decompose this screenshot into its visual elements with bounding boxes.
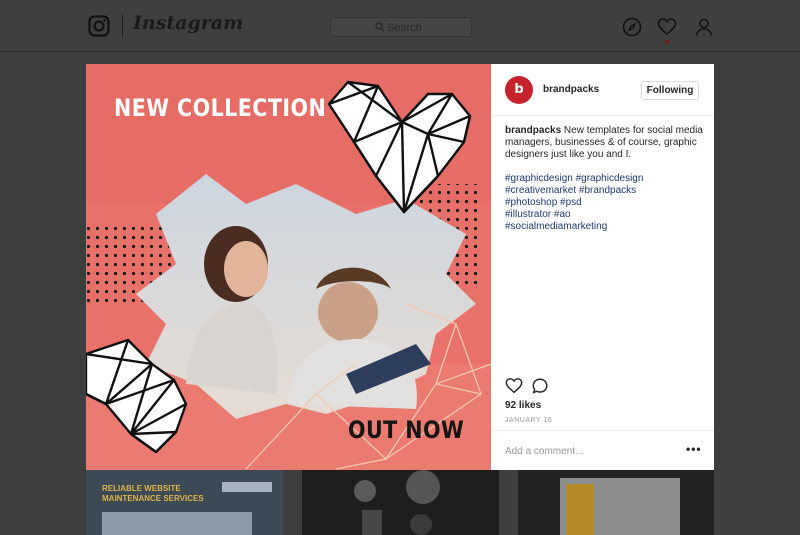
image-footer-text: OUT NOW xyxy=(348,416,465,444)
hashtag-line[interactable]: #creativemarket #brandpacks xyxy=(505,185,705,197)
post-caption: brandpacks New templates for social medi… xyxy=(505,125,705,161)
thumbnail-graphic xyxy=(406,470,440,504)
hashtag-list: #graphicdesign #graphicdesign #creativem… xyxy=(505,173,705,233)
grid-thumbnail[interactable] xyxy=(518,470,714,535)
instagram-camera-icon[interactable] xyxy=(88,15,110,37)
thumbnail-title: RELIABLE WEBSITE MAINTENANCE SERVICES xyxy=(102,484,204,503)
post-header: b brandpacks Following xyxy=(491,64,714,116)
grid-thumbnail[interactable] xyxy=(302,470,499,535)
compass-icon[interactable] xyxy=(622,17,642,37)
heart-icon[interactable] xyxy=(657,17,677,37)
post-date: JANUARY 16 xyxy=(505,417,553,424)
post-sidebar: b brandpacks Following brandpacks New te… xyxy=(491,64,714,470)
thumbnail-graphic xyxy=(566,484,594,535)
notification-dot xyxy=(665,40,669,44)
thumbnail-graphic xyxy=(102,512,252,535)
thumbnail-graphic xyxy=(222,482,272,492)
more-options-icon[interactable]: ••• xyxy=(686,442,702,456)
author-username[interactable]: brandpacks xyxy=(543,84,599,95)
comment-bar: ••• xyxy=(491,430,714,470)
profile-icon[interactable] xyxy=(694,17,714,37)
grid-thumbnail[interactable]: RELIABLE WEBSITE MAINTENANCE SERVICES xyxy=(86,470,283,535)
thumbnail-graphic xyxy=(362,510,382,535)
post-modal: NEW COLLECTION OUT NOW b brandpacks Foll… xyxy=(86,64,714,470)
logo-divider xyxy=(122,14,123,38)
search-input[interactable] xyxy=(387,20,467,35)
avatar-letter: b xyxy=(514,82,524,97)
likes-count[interactable]: 92 likes xyxy=(505,400,541,411)
instagram-wordmark[interactable]: Instagram xyxy=(133,12,243,34)
following-button[interactable]: Following xyxy=(641,81,699,100)
person-face xyxy=(224,241,268,297)
hashtag-line[interactable]: #illustrator #ao xyxy=(505,209,705,221)
search-box[interactable] xyxy=(330,17,472,37)
comment-input[interactable] xyxy=(505,443,665,459)
like-heart-icon[interactable] xyxy=(505,377,523,395)
hashtag-line[interactable]: #socialmediamarketing xyxy=(505,221,705,233)
search-icon xyxy=(375,22,385,32)
avatar[interactable]: b xyxy=(505,76,533,104)
hashtag-line[interactable]: #photoshop #psd xyxy=(505,197,705,209)
post-artwork xyxy=(86,64,491,470)
image-headline: NEW COLLECTION xyxy=(114,94,327,122)
thumbnail-graphic xyxy=(354,480,376,502)
caption-username[interactable]: brandpacks xyxy=(505,125,561,136)
comment-bubble-icon[interactable] xyxy=(531,377,549,395)
post-image[interactable]: NEW COLLECTION OUT NOW xyxy=(86,64,491,470)
thumbnail-graphic xyxy=(410,514,432,535)
hashtag-line[interactable]: #graphicdesign #graphicdesign xyxy=(505,173,705,185)
person-face xyxy=(318,282,378,342)
top-navigation: Instagram xyxy=(0,0,800,52)
